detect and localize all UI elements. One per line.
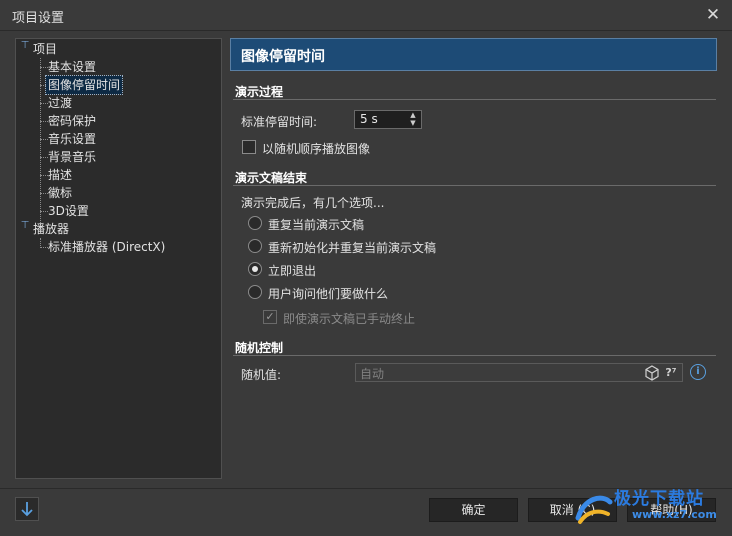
close-button[interactable]: ✕ [702, 4, 724, 26]
section-title-presentation: 演示过程 [235, 85, 284, 99]
tree-item-basic-settings[interactable]: 基本设置 [48, 58, 96, 76]
radio-reinit-repeat-label[interactable]: 重新初始化并重复当前演示文稿 [268, 239, 436, 256]
info-icon[interactable]: i [690, 364, 706, 380]
tree-item-3d-settings[interactable]: 3D设置 [48, 202, 89, 220]
tree-connector [40, 139, 48, 140]
tree-item-description[interactable]: 描述 [48, 166, 72, 184]
random-order-checkbox[interactable] [242, 140, 256, 154]
tree-connector [40, 121, 48, 122]
tree-connector [40, 247, 48, 248]
duration-label: 标准停留时间: [241, 115, 318, 129]
tree-root-player[interactable]: 播放器 [33, 220, 69, 238]
ok-button[interactable]: 确定 [429, 498, 518, 522]
random-value-placeholder: 自动 [360, 367, 385, 381]
radio-ask-user[interactable] [248, 285, 262, 299]
close-icon: ✕ [705, 5, 721, 25]
spin-arrows-icon[interactable]: ▲ ▼ [407, 111, 419, 128]
tree-connector [40, 193, 48, 194]
section-title-end: 演示文稿结束 [235, 171, 308, 185]
radio-repeat[interactable] [248, 216, 262, 230]
settings-tree: ⊤ 项目 基本设置 图像停留时间 过渡 密码保护 音乐设置 背景音乐 描述 徽标… [15, 38, 222, 479]
section-divider [233, 99, 716, 100]
watermark-url: www.xz7.com [632, 508, 717, 521]
manual-end-label: 即使演示文稿已手动终止 [283, 312, 416, 326]
random-value-field[interactable]: 自动 ?⁷ [355, 363, 683, 382]
random-order-label[interactable]: 以随机顺序播放图像 [262, 140, 370, 157]
tree-item-password[interactable]: 密码保护 [48, 112, 96, 130]
expand-down-button[interactable] [15, 497, 39, 521]
end-intro-text: 演示完成后，有几个选项... [241, 196, 385, 210]
arrow-down-icon [21, 502, 33, 517]
tree-item-transition[interactable]: 过渡 [48, 94, 72, 112]
tree-item-standard-player[interactable]: 标准播放器 (DirectX) [48, 238, 165, 256]
tree-connector [40, 58, 41, 229]
watermark-text: 极光下载站 [614, 489, 704, 509]
tree-connector [40, 175, 48, 176]
tree-connector [40, 67, 48, 68]
tree-item-logo[interactable]: 徽标 [48, 184, 72, 202]
section-title-random: 随机控制 [235, 341, 284, 355]
radio-exit-immediately[interactable] [248, 262, 262, 276]
section-divider [233, 355, 716, 356]
panel-header: 图像停留时间 [230, 38, 717, 71]
radio-ask-user-label[interactable]: 用户询问他们要做什么 [268, 285, 388, 302]
tree-connector [40, 211, 48, 212]
watermark-logo: 极光下载站 www.xz7.com [570, 482, 728, 532]
tree-item-background-music[interactable]: 背景音乐 [48, 148, 96, 166]
window-title: 项目设置 [12, 11, 65, 26]
cube-icon[interactable] [644, 365, 660, 381]
duration-value: 5 s [360, 112, 378, 126]
random-value-label: 随机值: [241, 368, 282, 382]
panel-title: 图像停留时间 [241, 49, 325, 65]
random-help-icon[interactable]: ?⁷ [662, 364, 680, 381]
radio-repeat-label[interactable]: 重复当前演示文稿 [268, 216, 364, 233]
duration-spinbox[interactable]: 5 s ▲ ▼ [354, 110, 422, 129]
tree-item-image-duration[interactable]: 图像停留时间 [44, 75, 124, 95]
tree-root-project[interactable]: 项目 [33, 40, 57, 58]
tree-node-icon: ⊤ [20, 220, 30, 231]
radio-reinit-repeat[interactable] [248, 239, 262, 253]
tree-connector [40, 103, 48, 104]
aurora-logo-icon [575, 495, 613, 524]
radio-exit-label[interactable]: 立即退出 [268, 262, 316, 279]
tree-connector [40, 157, 48, 158]
title-bar: 项目设置 ✕ [0, 0, 732, 31]
tree-item-music-settings[interactable]: 音乐设置 [48, 130, 96, 148]
tree-node-icon: ⊤ [20, 40, 30, 51]
section-divider [233, 185, 716, 186]
manual-end-checkbox[interactable]: ✓ [263, 310, 277, 324]
